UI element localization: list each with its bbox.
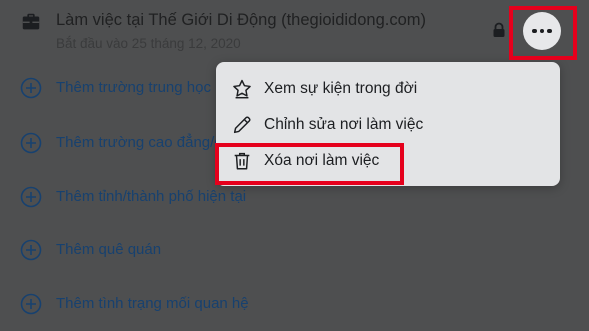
plus-circle-icon xyxy=(20,132,42,154)
plus-circle-icon xyxy=(20,77,42,99)
star-icon xyxy=(233,79,251,99)
add-relationship-link[interactable]: Thêm tình trạng mối quan hệ xyxy=(56,295,249,312)
add-current-city-link[interactable]: Thêm tỉnh/thành phố hiện tại xyxy=(56,188,246,205)
add-hometown-row[interactable]: Thêm quê quán xyxy=(0,230,589,270)
plus-circle-icon xyxy=(20,293,42,315)
add-hometown-link[interactable]: Thêm quê quán xyxy=(56,241,161,258)
lock-icon[interactable] xyxy=(492,22,506,38)
plus-circle-icon xyxy=(20,186,42,208)
menu-item-label: Xem sự kiện trong đời xyxy=(264,80,418,97)
menu-item-view-life-events[interactable]: Xem sự kiện trong đời xyxy=(216,71,560,107)
work-entry: Làm việc tại Thế Giới Di Động (thegioidi… xyxy=(0,0,589,66)
menu-item-edit-workplace[interactable]: Chỉnh sửa nơi làm việc xyxy=(216,107,560,143)
work-start-date: Bắt đầu vào 25 tháng 12, 2020 xyxy=(56,36,241,51)
work-title[interactable]: Làm việc tại Thế Giới Di Động (thegioidi… xyxy=(56,11,426,30)
highlight-delete-workplace xyxy=(215,143,404,185)
add-high-school-link[interactable]: Thêm trường trung học xyxy=(56,79,211,96)
pencil-icon xyxy=(233,116,251,134)
highlight-more-button xyxy=(509,6,577,60)
add-relationship-row[interactable]: Thêm tình trạng mối quan hệ xyxy=(0,284,589,324)
menu-item-label: Chỉnh sửa nơi làm việc xyxy=(264,116,424,133)
briefcase-icon xyxy=(22,13,40,30)
plus-circle-icon xyxy=(20,239,42,261)
